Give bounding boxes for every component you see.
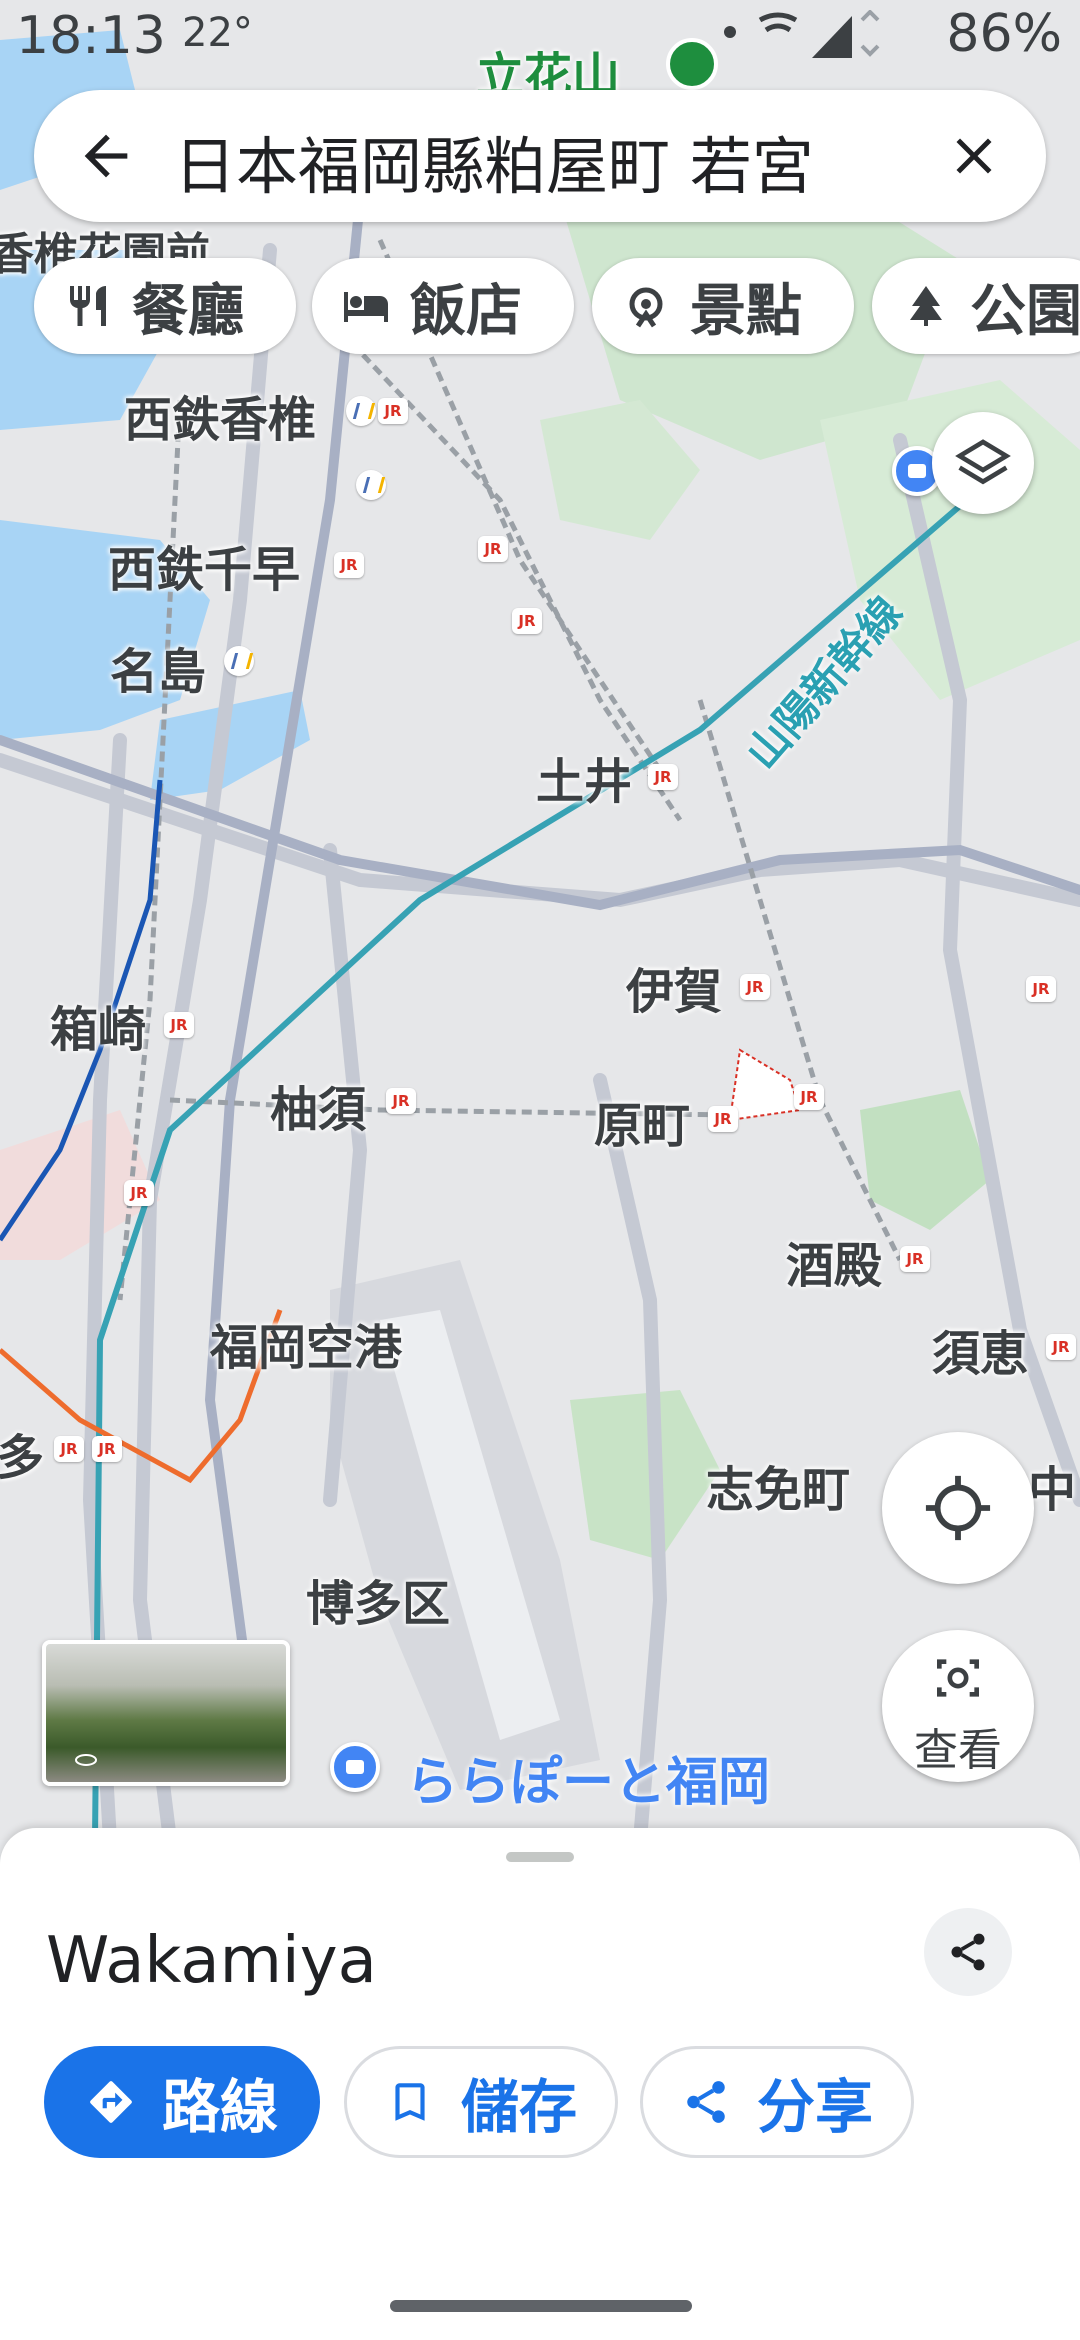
jr-station-icon: JR — [648, 764, 678, 790]
jr-station-icon: JR — [378, 398, 408, 424]
status-time: 18:13 — [16, 6, 166, 66]
nishitetsu-station-icon — [224, 646, 254, 676]
jr-station-icon: JR — [386, 1088, 416, 1114]
map-label-airport: 福岡空港 — [210, 1320, 403, 1376]
map-label-station: 原町 — [594, 1098, 691, 1154]
chip-parks[interactable]: 公園 — [872, 258, 1080, 354]
jr-station-icon: JR — [512, 608, 542, 634]
chip-label: 餐廳 — [132, 278, 244, 344]
jr-station-icon: JR — [1046, 1334, 1076, 1360]
lens-button[interactable]: 查看 — [882, 1630, 1034, 1782]
place-sheet[interactable]: Wakamiya 路線 儲存 分享 — [0, 1828, 1080, 2340]
map-label-station: 柚須 — [270, 1082, 367, 1138]
back-arrow-icon[interactable] — [74, 124, 138, 188]
bookmark-icon — [395, 2083, 425, 2121]
directions-label: 路線 — [161, 2073, 278, 2141]
directions-icon — [90, 2081, 132, 2123]
signal-icon — [724, 10, 880, 58]
directions-button[interactable]: 路線 — [44, 2046, 320, 2158]
chip-hotels[interactable]: 飯店 — [312, 258, 574, 354]
chip-attractions[interactable]: 景點 — [592, 258, 854, 354]
chip-label: 公園 — [970, 278, 1080, 344]
hotel-icon — [344, 292, 388, 322]
status-bar: 18:13 22° 86% — [0, 0, 1080, 70]
share-button[interactable]: 分享 — [640, 2046, 914, 2158]
chip-label: 飯店 — [410, 278, 522, 344]
gesture-nav-bar[interactable] — [390, 2300, 692, 2312]
my-location-button[interactable] — [882, 1432, 1034, 1584]
map-label-town: 志免町 — [706, 1462, 851, 1518]
jr-station-icon: JR — [708, 1106, 738, 1132]
park-icon — [910, 286, 942, 326]
save-button[interactable]: 儲存 — [344, 2046, 618, 2158]
map-label-station: 須恵 — [932, 1326, 1029, 1382]
share-icon — [687, 2081, 725, 2123]
drag-handle[interactable] — [506, 1852, 574, 1862]
nishitetsu-station-icon — [356, 470, 386, 500]
place-title: Wakamiya — [46, 1924, 377, 1998]
jr-station-icon: JR — [478, 536, 508, 562]
jr-station-icon: JR — [740, 974, 770, 1000]
chip-label: 景點 — [690, 278, 802, 344]
lens-label: 查看 — [914, 1725, 1002, 1776]
save-label: 儲存 — [460, 2073, 577, 2141]
map-label-station: 名島 — [110, 644, 207, 700]
map-label-station: 西鉄香椎 — [124, 392, 317, 448]
close-icon[interactable] — [944, 126, 1004, 186]
share-icon-button[interactable] — [924, 1908, 1012, 1996]
map-label-ward: 博多区 — [306, 1576, 451, 1632]
map-label-station: 西鉄千早 — [108, 542, 301, 598]
map-label-station: 伊賀 — [626, 964, 723, 1020]
map-label-station: 酒殿 — [786, 1238, 883, 1294]
camera-icon — [937, 1659, 979, 1697]
map-label-station: 土井 — [536, 754, 633, 810]
share-icon — [951, 1933, 985, 1971]
shopping-poi-icon[interactable] — [330, 1742, 380, 1792]
layers-icon — [955, 439, 1011, 485]
status-temperature: 22° — [182, 10, 253, 56]
jr-station-icon: JR — [124, 1180, 154, 1206]
search-bar[interactable]: 日本福岡縣粕屋町 若宮 — [34, 90, 1046, 222]
rotate-360-icon — [75, 1754, 97, 1766]
jr-station-icon: JR — [164, 1012, 194, 1038]
jr-station-icon: JR — [794, 1084, 824, 1110]
jr-station-icon: JR — [334, 552, 364, 578]
map-label-station: 多 — [0, 1430, 45, 1486]
share-label: 分享 — [756, 2073, 873, 2141]
jr-station-icon: JR — [92, 1436, 122, 1462]
status-battery: 86% — [946, 4, 1062, 64]
map-label-station: 箱崎 — [50, 1002, 147, 1058]
crosshair-icon — [925, 1475, 991, 1541]
chip-restaurants[interactable]: 餐廳 — [34, 258, 296, 354]
map-label-partial: 中 — [1028, 1462, 1077, 1518]
layers-button[interactable] — [932, 412, 1034, 514]
jr-station-icon: JR — [900, 1246, 930, 1272]
jr-station-icon: JR — [54, 1436, 84, 1462]
search-query[interactable]: 日本福岡縣粕屋町 若宮 — [174, 116, 814, 206]
nishitetsu-station-icon — [346, 396, 376, 426]
jr-station-icon: JR — [1026, 976, 1056, 1002]
poi-label[interactable]: ららぽーと福岡 — [406, 1740, 770, 1815]
restaurant-icon — [70, 286, 106, 326]
attraction-icon — [629, 287, 663, 328]
street-view-thumbnail[interactable] — [42, 1640, 290, 1786]
